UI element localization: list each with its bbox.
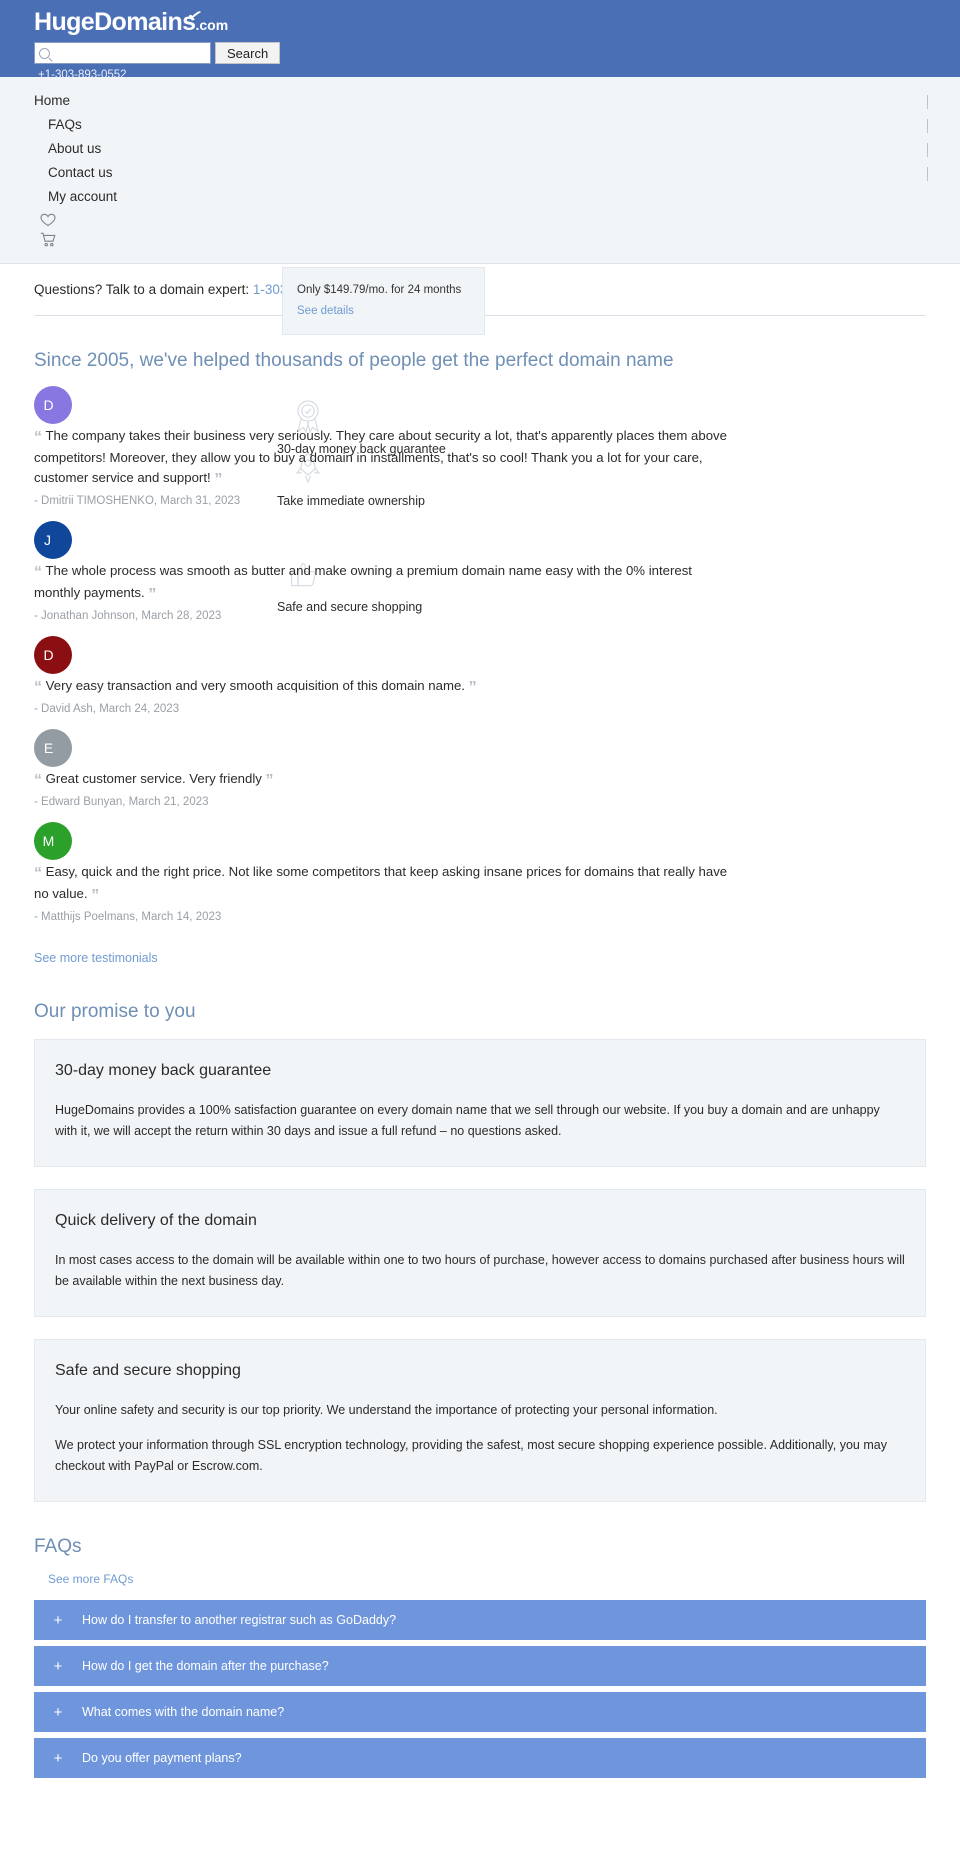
- search-button[interactable]: Search: [215, 42, 281, 64]
- testimonials-list: 30-day money back guarantee Take immedia…: [0, 386, 960, 923]
- nav-item-about-us[interactable]: About us: [0, 137, 960, 161]
- main-navigation: Home FAQs About us Contact us My account: [0, 77, 960, 264]
- cart-icon[interactable]: [40, 232, 960, 253]
- promise-card: Quick delivery of the domain In most cas…: [34, 1189, 926, 1317]
- testimonial-quote: “ Great customer service. Very friendly …: [34, 769, 764, 791]
- close-quote-icon: ”: [148, 586, 157, 603]
- testimonial-quote: “ The whole process was smooth as butter…: [34, 561, 764, 605]
- nav-item-contact-us[interactable]: Contact us: [0, 161, 960, 185]
- search-icon: [39, 47, 50, 59]
- testimonial-quote: “ Easy, quick and the right price. Not l…: [34, 862, 764, 906]
- promise-card: 30-day money back guarantee HugeDomains …: [34, 1039, 926, 1167]
- tooltip-price-text: Only $149.79/mo. for 24 months: [297, 284, 462, 296]
- faq-row[interactable]: + Do you offer payment plans?: [34, 1738, 926, 1778]
- promise-card-body: In most cases access to the domain will …: [55, 1253, 905, 1288]
- promise-card-title: Safe and secure shopping: [55, 1362, 241, 1379]
- search-row: Search: [34, 42, 960, 64]
- open-quote-icon: “: [34, 865, 42, 882]
- promise-card-body: We protect your information through SSL …: [55, 1438, 887, 1473]
- testimonial-quote: “ Very easy transaction and very smooth …: [34, 676, 764, 698]
- avatar: D: [34, 636, 72, 674]
- testimonial-quote: “ The company takes their business very …: [34, 426, 764, 490]
- search-input[interactable]: [50, 46, 210, 60]
- testimonial-item: M “ Easy, quick and the right price. Not…: [0, 822, 960, 923]
- site-header: HugeDomains.com ✓ Search +1-303-893-0552: [0, 0, 960, 81]
- see-more-testimonials-link[interactable]: See more testimonials: [34, 951, 158, 965]
- faq-accordion: + How do I transfer to another registrar…: [34, 1600, 926, 1778]
- close-quote-icon: ”: [265, 772, 274, 789]
- expert-line: Questions? Talk to a domain expert: 1-30…: [34, 282, 960, 297]
- expert-label: Questions? Talk to a domain expert:: [34, 282, 250, 297]
- nav-icons: [0, 213, 960, 253]
- faq-row[interactable]: + How do I transfer to another registrar…: [34, 1600, 926, 1640]
- promise-card-body: HugeDomains provides a 100% satisfaction…: [55, 1103, 880, 1138]
- plus-icon: +: [53, 1749, 63, 1767]
- testimonials-heading: Since 2005, we've helped thousands of pe…: [34, 350, 674, 371]
- faq-row[interactable]: + How do I get the domain after the purc…: [34, 1646, 926, 1686]
- heart-icon[interactable]: [40, 213, 960, 232]
- close-quote-icon: ”: [91, 887, 100, 904]
- avatar: E: [34, 729, 72, 767]
- testimonial-item: D “ Very easy transaction and very smoot…: [0, 636, 960, 715]
- nav-divider: [927, 167, 928, 181]
- promise-card-title: Quick delivery of the domain: [55, 1212, 257, 1229]
- avatar: J: [34, 521, 72, 559]
- testimonial-attribution: - Jonathan Johnson, March 28, 2023: [34, 610, 222, 622]
- testimonial-attribution: - Matthijs Poelmans, March 14, 2023: [34, 911, 222, 923]
- testimonial-item: E “ Great customer service. Very friendl…: [0, 729, 960, 808]
- testimonial-text: Easy, quick and the right price. Not lik…: [34, 864, 728, 901]
- faq-question: How do I transfer to another registrar s…: [82, 1613, 397, 1627]
- faq-row[interactable]: + What comes with the domain name?: [34, 1692, 926, 1732]
- promise-cards: 30-day money back guarantee HugeDomains …: [34, 1039, 926, 1502]
- close-quote-icon: ”: [214, 471, 223, 488]
- open-quote-icon: “: [34, 772, 42, 789]
- testimonial-text: The whole process was smooth as butter a…: [34, 563, 692, 600]
- testimonial-text: The company takes their business very se…: [34, 428, 727, 485]
- nav-item-my-account[interactable]: My account: [0, 185, 960, 209]
- site-logo[interactable]: HugeDomains.com ✓: [34, 6, 228, 39]
- nav-divider: [927, 95, 928, 109]
- faqs-heading: FAQs: [34, 1536, 82, 1557]
- avatar: D: [34, 386, 72, 424]
- promise-card: Safe and secure shopping Your online saf…: [34, 1339, 926, 1502]
- close-quote-icon: ”: [468, 679, 477, 696]
- see-more-faqs-link[interactable]: See more FAQs: [48, 1572, 133, 1586]
- faq-question: What comes with the domain name?: [82, 1705, 285, 1719]
- testimonial-text: Very easy transaction and very smooth ac…: [45, 678, 465, 693]
- promise-card-body: Your online safety and security is our t…: [55, 1403, 718, 1417]
- faq-question: Do you offer payment plans?: [82, 1751, 242, 1765]
- plus-icon: +: [53, 1657, 63, 1675]
- testimonial-attribution: - Dmitrii TIMOSHENKO, March 31, 2023: [34, 495, 241, 507]
- logo-text: HugeDomains: [34, 8, 196, 36]
- plus-icon: +: [53, 1703, 63, 1721]
- open-quote-icon: “: [34, 679, 42, 696]
- faq-question: How do I get the domain after the purcha…: [82, 1659, 329, 1673]
- tooltip-see-details-link[interactable]: See details: [297, 305, 354, 317]
- nav-item-home[interactable]: Home: [0, 89, 960, 113]
- price-tooltip: Only $149.79/mo. for 24 months See detai…: [282, 267, 485, 335]
- open-quote-icon: “: [34, 429, 42, 446]
- testimonial-item: D “ The company takes their business ver…: [0, 386, 960, 507]
- avatar: M: [34, 822, 72, 860]
- nav-item-faqs[interactable]: FAQs: [0, 113, 960, 137]
- promise-heading: Our promise to you: [34, 1001, 196, 1022]
- testimonial-attribution: - David Ash, March 24, 2023: [34, 703, 180, 715]
- nav-divider: [927, 143, 928, 157]
- testimonial-item: J “ The whole process was smooth as butt…: [0, 521, 960, 622]
- nav-divider: [927, 119, 928, 133]
- testimonial-attribution: - Edward Bunyan, March 21, 2023: [34, 796, 209, 808]
- promise-card-title: 30-day money back guarantee: [55, 1062, 272, 1079]
- plus-icon: +: [53, 1611, 63, 1629]
- search-field-wrapper[interactable]: [34, 42, 211, 64]
- domain-expert-bar: Questions? Talk to a domain expert: 1-30…: [0, 264, 960, 335]
- open-quote-icon: “: [34, 564, 42, 581]
- testimonial-text: Great customer service. Very friendly: [45, 771, 262, 786]
